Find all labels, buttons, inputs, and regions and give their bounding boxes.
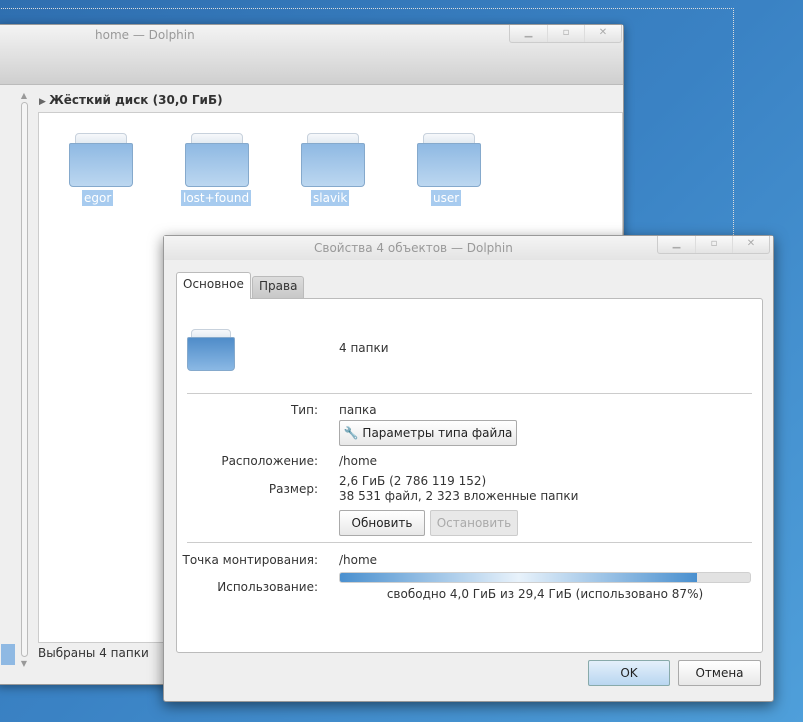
folder-icon[interactable]: [69, 133, 133, 189]
dialog-window-buttons: ▁ ▫ ✕: [657, 236, 770, 254]
size-label: Размер:: [268, 482, 318, 496]
properties-dialog: Свойства 4 объектов — Dolphin ▁ ▫ ✕ Основн…: [163, 235, 774, 702]
file-type-options-button[interactable]: 🔧 Параметры типа файла: [339, 420, 517, 446]
expand-arrow-icon: ▶: [39, 97, 50, 107]
tab-permissions[interactable]: Права: [252, 276, 305, 298]
usage-progress-fill: [340, 573, 697, 582]
main-titlebar: home — Dolphin ▁ ▫ ✕: [0, 25, 623, 85]
status-bar-text: Выбраны 4 папки: [38, 646, 149, 660]
type-value: папка: [339, 403, 377, 417]
places-group-header[interactable]: ▶ Жёсткий диск (30,0 ГиБ): [39, 93, 223, 107]
cancel-button[interactable]: Отмена: [678, 660, 761, 686]
left-scrollbar[interactable]: ▲ ▼: [19, 91, 29, 669]
size-details: 38 531 файл, 2 323 вложенные папки: [339, 489, 579, 503]
usage-label: Использование:: [217, 580, 318, 594]
location-label: Расположение:: [221, 454, 318, 468]
folder-icon[interactable]: [301, 133, 365, 189]
refresh-button[interactable]: Обновить: [339, 510, 425, 536]
places-selected-item[interactable]: [1, 644, 15, 665]
file-item-label[interactable]: slavik: [311, 190, 350, 206]
separator: [187, 542, 752, 543]
file-type-options-label: Параметры типа файла: [362, 426, 513, 440]
minimize-icon[interactable]: ▁: [510, 25, 547, 42]
location-value: /home: [339, 454, 378, 468]
stop-button[interactable]: Остановить: [430, 510, 518, 536]
selection-summary: 4 папки: [339, 341, 389, 355]
wrench-icon: 🔧: [343, 426, 359, 440]
mount-point-label: Точка монтирования:: [182, 553, 319, 567]
usage-text: свободно 4,0 ГиБ из 29,4 ГиБ (использова…: [386, 587, 704, 601]
maximize-icon[interactable]: ▫: [695, 236, 732, 253]
file-item-label[interactable]: user: [431, 190, 462, 206]
general-tab-panel: 4 папки Тип: папка 🔧 Параметры типа файл…: [176, 298, 763, 653]
maximize-icon[interactable]: ▫: [547, 25, 584, 42]
dialog-titlebar: Свойства 4 объектов — Dolphin ▁ ▫ ✕: [164, 236, 773, 260]
close-icon[interactable]: ✕: [732, 236, 769, 253]
folder-icon[interactable]: [417, 133, 481, 189]
folder-icon[interactable]: [185, 133, 249, 189]
tab-general[interactable]: Основное: [176, 272, 251, 299]
type-label: Тип:: [290, 403, 318, 417]
file-item-label[interactable]: egor: [82, 190, 114, 206]
mount-point-value: /home: [339, 553, 378, 567]
usage-progress-bar: [339, 572, 751, 583]
group-header-label: Жёсткий диск (30,0 ГиБ): [49, 93, 223, 107]
size-value: 2,6 ГиБ (2 786 119 152): [339, 474, 487, 488]
file-item-label[interactable]: lost+found: [181, 190, 252, 206]
close-icon[interactable]: ✕: [584, 25, 621, 42]
folder-icon: [187, 329, 235, 373]
main-window-buttons: ▁ ▫ ✕: [509, 25, 622, 43]
minimize-icon[interactable]: ▁: [658, 236, 695, 253]
dialog-title: Свойства 4 объектов — Dolphin: [314, 241, 513, 255]
ok-button[interactable]: OK: [588, 660, 670, 686]
separator: [187, 393, 752, 394]
main-window-title: home — Dolphin: [95, 28, 195, 42]
